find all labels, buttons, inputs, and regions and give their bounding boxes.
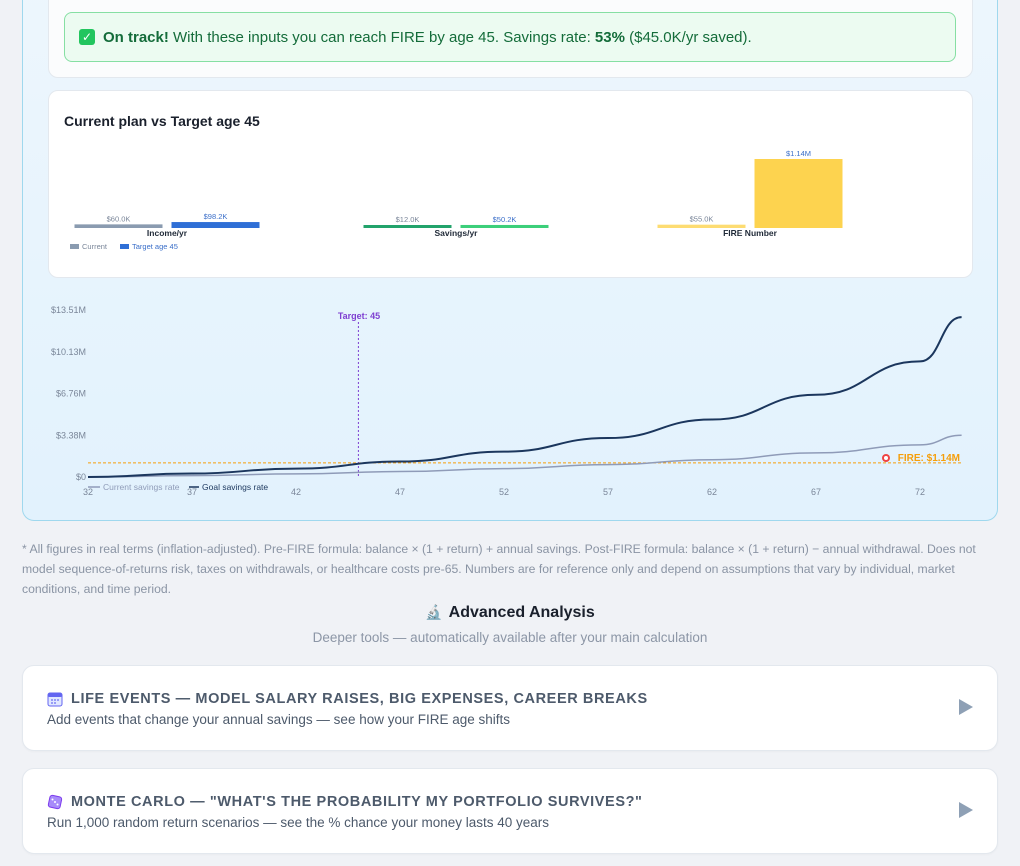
category-label: FIRE Number	[723, 228, 778, 238]
x-tick-label: 67	[811, 487, 821, 497]
category-label: Savings/yr	[435, 228, 479, 238]
target-icon-inner	[884, 456, 888, 460]
bar-value-label: $98.2K	[204, 212, 228, 221]
expand-arrow-icon[interactable]	[959, 802, 973, 818]
y-tick-label: $13.51M	[51, 305, 86, 315]
y-tick-label: $3.38M	[56, 430, 86, 440]
advanced-analysis-subtitle: Deeper tools — automatically available a…	[312, 630, 708, 645]
legend-swatch-current	[70, 244, 79, 249]
life-events-title: LIFE EVENTS — MODEL SALARY RAISES, BIG E…	[71, 691, 648, 707]
y-tick-label: $0	[76, 472, 86, 482]
y-tick-label: $10.13M	[51, 347, 86, 357]
bar-value-label: $50.2K	[493, 215, 517, 224]
x-tick-label: 72	[915, 487, 925, 497]
legend-label-current: Current	[82, 242, 108, 251]
bar-value-label: $60.0K	[107, 214, 131, 223]
bar-target	[754, 159, 843, 228]
calendar-icon	[47, 692, 63, 707]
expand-arrow-icon[interactable]	[959, 699, 973, 715]
x-tick-label: 32	[83, 487, 93, 497]
target-age-label: Target: 45	[338, 311, 380, 321]
microscope-icon: 🔬	[425, 604, 443, 620]
x-tick-label: 47	[395, 487, 405, 497]
x-tick-label: 62	[707, 487, 717, 497]
life-events-header[interactable]: LIFE EVENTS — MODEL SALARY RAISES, BIG E…	[47, 691, 648, 707]
legend-current-label: Current savings rate	[103, 482, 180, 492]
legend-swatch-target	[120, 244, 129, 249]
x-tick-label: 57	[603, 487, 613, 497]
footnote: * All figures in real terms (inflation-a…	[22, 542, 976, 596]
legend-goal-label: Goal savings rate	[202, 482, 268, 492]
growth-line-chart: Target: 45 FIRE: $1.14M Current savings …	[51, 305, 962, 497]
monte-carlo-title: MONTE CARLO — "WHAT'S THE PROBABILITY MY…	[71, 794, 643, 810]
x-tick-label: 42	[291, 487, 301, 497]
category-label: Income/yr	[147, 228, 188, 238]
x-tick-label: 37	[187, 487, 197, 497]
bar-value-label: $1.14M	[786, 149, 811, 158]
dice-icon	[47, 794, 63, 810]
advanced-analysis-title: 🔬 Advanced Analysis	[0, 604, 1020, 622]
x-tick-label: 52	[499, 487, 509, 497]
monte-carlo-header[interactable]: MONTE CARLO — "WHAT'S THE PROBABILITY MY…	[47, 794, 643, 810]
bar-value-label: $55.0K	[690, 215, 714, 224]
life-events-card[interactable]: LIFE EVENTS — MODEL SALARY RAISES, BIG E…	[22, 665, 998, 751]
bar-value-label: $12.0K	[396, 215, 420, 224]
current-savings-line	[87, 434, 962, 478]
monte-carlo-card[interactable]: MONTE CARLO — "WHAT'S THE PROBABILITY MY…	[22, 768, 998, 854]
fire-number-label: FIRE: $1.14M	[898, 453, 960, 464]
legend-label-target: Target age 45	[132, 242, 178, 251]
advanced-title-text: Advanced Analysis	[448, 604, 595, 621]
comparison-bar-chart: $60.0K $98.2K Income/yr $12.0K $50.2K Savings…	[70, 149, 843, 251]
y-tick-label: $6.76M	[56, 389, 86, 399]
monte-carlo-description: Run 1,000 random return scenarios — see …	[47, 815, 550, 830]
life-events-description: Add events that change your annual savin…	[47, 712, 511, 727]
